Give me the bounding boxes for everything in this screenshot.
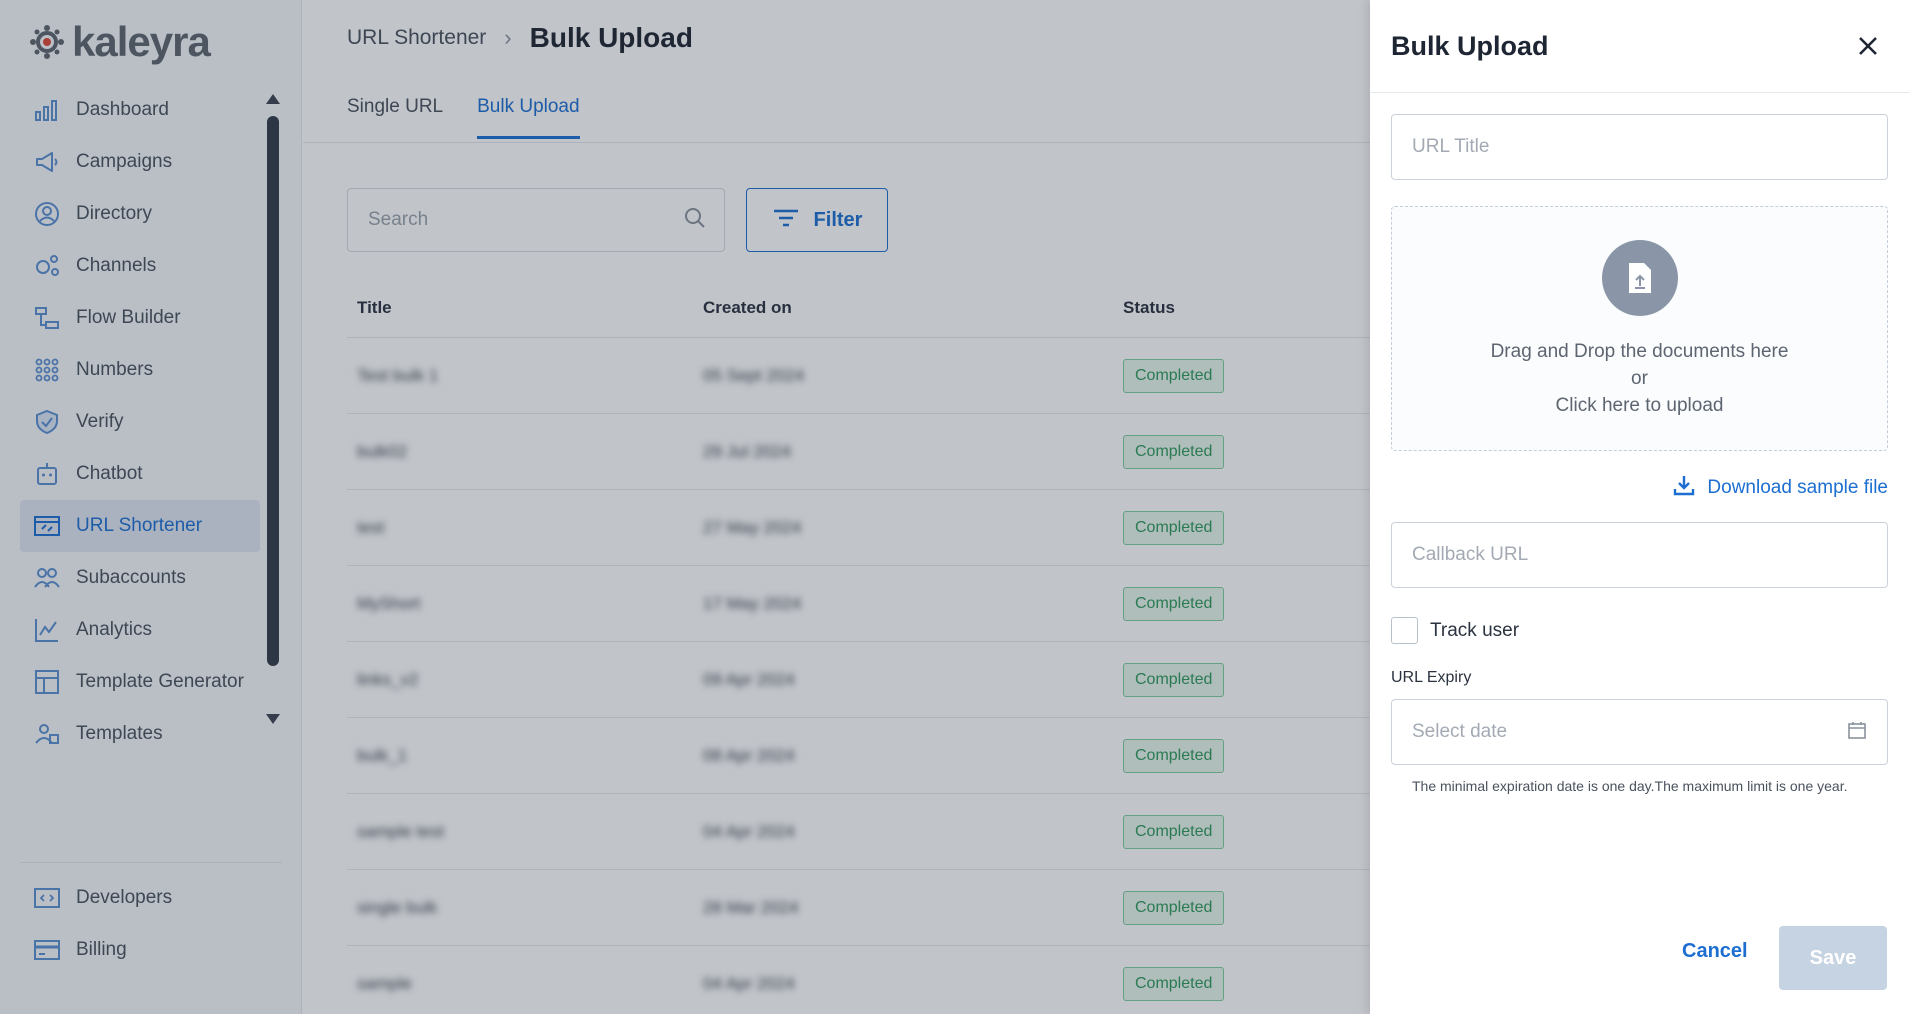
callback-url-input[interactable] [1412,544,1867,566]
download-icon [1673,474,1695,501]
url-expiry-label: URL Expiry [1391,669,1472,686]
bulk-upload-drawer: Bulk Upload Drag and Drop the documents … [1370,0,1910,1014]
dropzone-line-or: or [1631,368,1648,389]
drawer-title: Bulk Upload [1391,30,1549,61]
url-title-input[interactable] [1412,136,1867,158]
drawer-header: Bulk Upload [1370,0,1910,93]
track-user-checkbox[interactable] [1391,617,1418,644]
download-sample-link[interactable]: Download sample file [1673,474,1888,501]
url-title-field[interactable] [1391,114,1888,180]
calendar-icon[interactable] [1847,720,1867,745]
file-dropzone[interactable]: Drag and Drop the documents here or Clic… [1391,206,1888,451]
expiry-date-input[interactable] [1412,721,1847,743]
file-upload-icon [1601,240,1678,316]
modal-backdrop[interactable] [0,0,1370,1014]
callback-url-field[interactable] [1391,522,1888,588]
dropzone-line-drag: Drag and Drop the documents here [1490,341,1789,362]
track-user-label: Track user [1430,619,1520,641]
expiry-hint: The minimal expiration date is one day.T… [1412,778,1848,794]
expiry-date-field[interactable] [1391,699,1888,765]
save-button[interactable]: Save [1779,926,1887,990]
dropzone-text: Drag and Drop the documents here or Clic… [1392,338,1887,419]
download-sample-label: Download sample file [1707,476,1888,498]
dropzone-line-click: Click here to upload [1555,395,1724,416]
close-icon[interactable] [1852,30,1884,62]
cancel-button[interactable]: Cancel [1682,940,1748,963]
track-user-option[interactable]: Track user [1391,617,1519,644]
